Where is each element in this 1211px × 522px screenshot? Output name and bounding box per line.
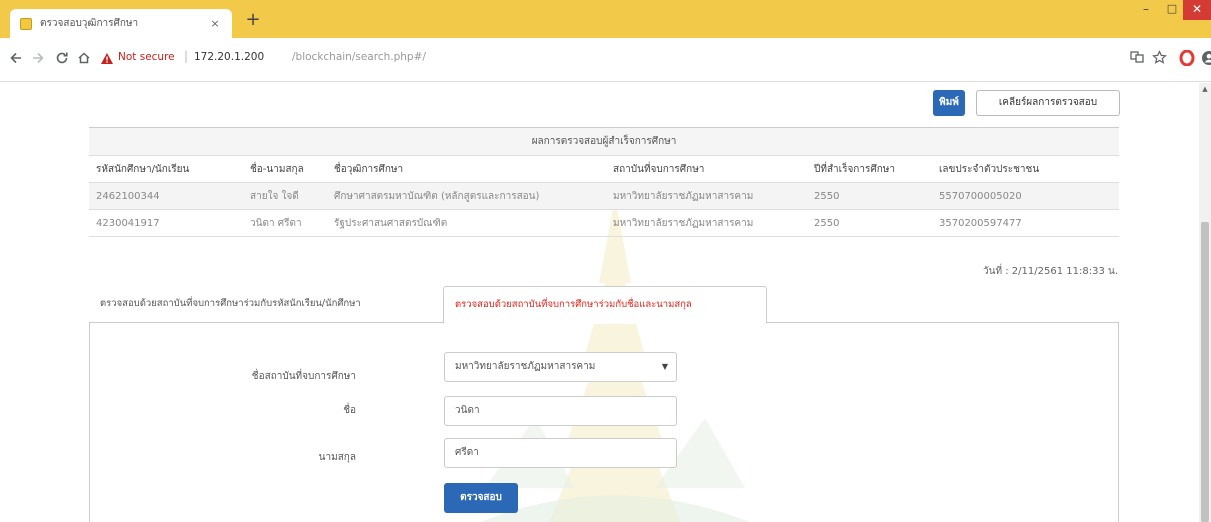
result-table: ผลการตรวจสอบผู้สำเร็จการศึกษา รหัสนักศึก… bbox=[89, 127, 1120, 237]
column-header: ปีที่สำเร็จการศึกษา bbox=[807, 155, 932, 183]
maximize-button[interactable]: □ bbox=[1159, 0, 1185, 20]
page-viewport: พิมพ์ เคลียร์ผลการตรวจสอบ ผลการตรวจสอบผู… bbox=[0, 83, 1199, 522]
clear-results-button[interactable]: เคลียร์ผลการตรวจสอบ bbox=[976, 90, 1120, 116]
tab-title: ตรวจสอบวุฒิการศึกษา bbox=[40, 18, 139, 29]
institution-label: ชื่อสถาบันที่จบการศึกษา bbox=[251, 371, 356, 382]
search-tabs: ตรวจสอบด้วยสถาบันที่จบการศึกษาร่วมกับรหั… bbox=[89, 286, 1119, 324]
scrollbar-thumb[interactable] bbox=[1201, 222, 1209, 522]
favicon-icon bbox=[20, 17, 32, 30]
browser-titlebar: ตรวจสอบวุฒิการศึกษา × + – □ ✕ bbox=[0, 0, 1211, 38]
graduation-year-cell: 2550 bbox=[807, 209, 932, 237]
column-header: สถาบันที่จบการศึกษา bbox=[606, 155, 807, 183]
first-name-label: ชื่อ bbox=[343, 405, 356, 416]
close-window-button[interactable]: ✕ bbox=[1183, 0, 1211, 20]
last-name-input[interactable]: ศรีดา bbox=[444, 438, 677, 468]
column-header: ชื่อ-นามสกุล bbox=[243, 155, 327, 183]
degree-cell: รัฐประศาสนศาสตรบัณฑิต bbox=[327, 209, 606, 237]
table-row: 2462100344 สายใจ ใจดี ศึกษาศาสตรมหาบัณฑิ… bbox=[89, 182, 1120, 210]
column-header: ชื่อวุฒิการศึกษา bbox=[327, 155, 606, 183]
home-icon[interactable] bbox=[74, 50, 94, 70]
browser-toolbar: Not secure | 172.20.1.200 /blockchain/se… bbox=[0, 38, 1211, 82]
new-tab-button[interactable]: + bbox=[243, 10, 263, 30]
institution-select[interactable]: มหาวิทยาลัยราชภัฏมหาสารคาม ▼ bbox=[444, 352, 677, 382]
graduation-year-cell: 2550 bbox=[807, 182, 932, 210]
profile-icon[interactable] bbox=[1200, 50, 1211, 70]
first-name-input[interactable]: วนิดา bbox=[444, 396, 677, 426]
degree-cell: ศึกษาศาสตรมหาบัณฑิต (หลักสูตรและการสอน) bbox=[327, 182, 606, 210]
translate-icon[interactable] bbox=[1128, 50, 1146, 70]
tab-close-icon[interactable]: × bbox=[208, 17, 222, 30]
column-header: เลขประจำตัวประชาชน bbox=[932, 155, 1120, 183]
institution-cell: มหาวิทยาลัยราชภัฏมหาสารคาม bbox=[606, 182, 807, 210]
tab-search-by-name[interactable]: ตรวจสอบด้วยสถาบันที่จบการศึกษาร่วมกับชื่… bbox=[443, 286, 767, 324]
print-button[interactable]: พิมพ์ bbox=[933, 90, 965, 116]
name-cell: วนิดา ศรีดา bbox=[243, 209, 327, 237]
date-stamp: วันที่ : 2/11/2561 11:8:33 น. bbox=[983, 266, 1118, 277]
chevron-down-icon: ▼ bbox=[661, 362, 668, 371]
column-header: รหัสนักศึกษา/นักเรียน bbox=[89, 155, 243, 183]
address-host[interactable]: 172.20.1.200 bbox=[194, 51, 264, 63]
browser-tab[interactable]: ตรวจสอบวุฒิการศึกษา × bbox=[10, 9, 232, 38]
forward-icon[interactable] bbox=[28, 50, 48, 70]
address-path[interactable]: /blockchain/search.php#/ bbox=[292, 51, 426, 63]
not-secure-label[interactable]: Not secure bbox=[118, 51, 175, 63]
student-id-cell: 2462100344 bbox=[89, 182, 243, 210]
star-icon[interactable] bbox=[1150, 50, 1168, 70]
minimize-button[interactable]: – bbox=[1133, 0, 1159, 20]
citizen-id-cell: 5570700005020 bbox=[932, 182, 1120, 210]
name-cell: สายใจ ใจดี bbox=[243, 182, 327, 210]
opera-icon[interactable] bbox=[1178, 49, 1196, 70]
reload-icon[interactable] bbox=[52, 50, 72, 70]
table-row: 4230041917 วนิดา ศรีดา รัฐประศาสนศาสตรบั… bbox=[89, 209, 1120, 237]
student-id-cell: 4230041917 bbox=[89, 209, 243, 237]
tab-search-by-student-id[interactable]: ตรวจสอบด้วยสถาบันที่จบการศึกษาร่วมกับรหั… bbox=[89, 286, 443, 323]
warning-icon[interactable] bbox=[100, 52, 116, 66]
check-button[interactable]: ตรวจสอบ bbox=[444, 483, 518, 513]
table-caption: ผลการตรวจสอบผู้สำเร็จการศึกษา bbox=[89, 127, 1120, 156]
back-icon[interactable] bbox=[6, 50, 26, 70]
scroll-up-icon[interactable]: ▲ bbox=[1199, 83, 1211, 95]
citizen-id-cell: 3570200597477 bbox=[932, 209, 1120, 237]
institution-select-value: มหาวิทยาลัยราชภัฏมหาสารคาม bbox=[455, 361, 596, 372]
institution-cell: มหาวิทยาลัยราชภัฏมหาสารคาม bbox=[606, 209, 807, 237]
address-separator: | bbox=[184, 49, 189, 63]
last-name-label: นามสกุล bbox=[318, 452, 356, 463]
